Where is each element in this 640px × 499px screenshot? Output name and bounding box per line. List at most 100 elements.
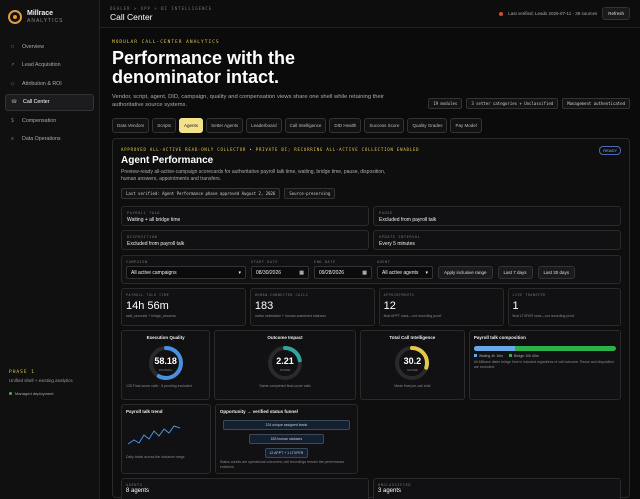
topbar-actions: Last verified: Leads 2026-07-11 · 39 sou… bbox=[499, 7, 630, 20]
info-payroll-talk: PAYROLL TALK Waiting + all bridge time bbox=[121, 206, 369, 226]
kpi-label: HUMAN-CONNECTED CALLS bbox=[254, 293, 309, 297]
phone-icon: ☎ bbox=[11, 99, 18, 105]
card-title: Opportunity → verified status funnel bbox=[219, 409, 298, 414]
card-note: Daily totals across the inclusive range bbox=[126, 455, 185, 459]
legend-label: Waiting 4h 16m bbox=[478, 354, 503, 358]
campaign-filter: CAMPAIGN All active campaigns ▾ bbox=[126, 260, 246, 279]
tab-scripts[interactable]: Scripts bbox=[152, 118, 177, 133]
start-date-label: START DATE bbox=[251, 260, 279, 264]
card-title: Payroll talk trend bbox=[126, 409, 163, 414]
card-note: Status counts are operational outcomes; … bbox=[219, 460, 345, 469]
agent-select[interactable]: All active agents ▾ bbox=[377, 266, 433, 279]
campaign-select[interactable]: All active campaigns ▾ bbox=[126, 266, 246, 279]
card-title: Payroll talk composition bbox=[473, 335, 526, 340]
square-icon bbox=[509, 354, 512, 357]
kpi-value: 1 bbox=[512, 300, 519, 312]
outcome-gauge: 2.21 SCORE bbox=[266, 344, 304, 382]
tab-setter-agents[interactable]: Setter Agents bbox=[206, 118, 244, 133]
apply-range-button[interactable]: Apply inclusive range bbox=[438, 266, 493, 279]
sidebar-item-label: Compensation bbox=[22, 117, 57, 124]
diamond-icon: ◇ bbox=[10, 80, 15, 87]
sidebar-item-lead-acquisition[interactable]: ↗ Lead Acquisition bbox=[5, 57, 94, 74]
card-title: Execution Quality bbox=[146, 335, 185, 340]
kpi-row: PAYROLL TALK TIME 14h 56m wait_seconds + b… bbox=[121, 288, 621, 326]
tab-pay-model[interactable]: Pay Model bbox=[450, 118, 482, 133]
funnel-step: 12 APPT + 1 LTXFER bbox=[265, 448, 308, 458]
tab-data-vendors[interactable]: Data Vendors bbox=[112, 118, 150, 133]
tab-agents[interactable]: Agents bbox=[179, 118, 204, 133]
millrace-logo-icon bbox=[8, 10, 22, 24]
content: MODULAR CALL-CENTER ANALYTICS Performanc… bbox=[100, 28, 640, 499]
last-7-days-button[interactable]: Last 7 days bbox=[497, 266, 533, 279]
payroll-composition-card: Payroll talk composition Waiting 4h 16m … bbox=[468, 330, 621, 400]
card-title: Total Call Intelligence bbox=[389, 335, 436, 340]
start-date-input[interactable]: 08/30/2026 ▦ bbox=[251, 266, 309, 279]
kpi-human-calls: HUMAN-CONNECTED CALLS 183 native selectabl… bbox=[249, 288, 375, 326]
trend-sparkline bbox=[127, 425, 181, 445]
phase-status-label: Managed deployment bbox=[15, 391, 54, 396]
gauge-unit: SCORE bbox=[407, 368, 418, 372]
gauge-unit: SCORE bbox=[279, 368, 291, 372]
sidebar-item-attribution[interactable]: ◇ Attribution & ROI bbox=[5, 75, 94, 92]
info-label: AGENTS bbox=[126, 483, 143, 487]
execution-gauge: 58.18 PAYROLL bbox=[147, 344, 185, 382]
tab-leaderboard[interactable]: Leaderboard bbox=[246, 118, 282, 133]
page-title: Call Center bbox=[110, 11, 153, 22]
sidebar-item-label: Overview bbox=[22, 43, 45, 50]
funnel-card: Opportunity → verified status funnel 224… bbox=[214, 404, 358, 474]
empty-slot bbox=[362, 404, 621, 474]
card-note: All Millrace dialer bridge time is inclu… bbox=[473, 360, 615, 369]
kpi-label: LIVE TRANSFER bbox=[512, 293, 546, 297]
sidebar-item-overview[interactable]: □ Overview bbox=[5, 38, 94, 55]
phase-title: PHASE 1 bbox=[9, 370, 35, 375]
execution-quality-card: Execution Quality 58.18 PAYROLL 128 Fina… bbox=[121, 330, 211, 400]
list-icon: ≡ bbox=[11, 136, 14, 142]
refresh-button[interactable]: Refresh bbox=[602, 7, 630, 20]
tab-call-intelligence[interactable]: Call Intelligence bbox=[284, 118, 327, 133]
info-label: DISPOSITION bbox=[127, 235, 158, 239]
chip-last-verified: Last verified: Agent Performance phase a… bbox=[121, 188, 281, 199]
tab-success-score[interactable]: Success Score bbox=[364, 118, 405, 133]
start-date-value: 08/30/2026 bbox=[256, 269, 282, 276]
hero-title: Performance with the denominator intact. bbox=[112, 48, 296, 87]
panel-chips: Last verified: Agent Performance phase a… bbox=[121, 188, 621, 199]
filter-bar: CAMPAIGN All active campaigns ▾ START DAT… bbox=[121, 255, 621, 284]
square-icon bbox=[473, 354, 477, 357]
funnel-step: 183 human statuses bbox=[249, 434, 324, 444]
info-label: UPDATE INTERVAL bbox=[379, 235, 421, 239]
kpi-value: 14h 56m bbox=[126, 300, 169, 312]
sidebar-item-label: Call Center bbox=[23, 99, 50, 105]
chip-source: Source-preserving bbox=[284, 188, 336, 199]
chip-auth: Management authenticated bbox=[562, 98, 630, 109]
sidebar-item-label: Lead Acquisition bbox=[22, 62, 61, 68]
campaign-label: CAMPAIGN bbox=[126, 260, 148, 264]
info-value: Excluded from payroll talk bbox=[127, 241, 185, 247]
info-update-interval: UPDATE INTERVAL Every 5 minutes bbox=[373, 230, 621, 250]
end-date-input[interactable]: 09/28/2026 ▦ bbox=[314, 266, 372, 279]
last-30-days-button[interactable]: Last 30 days bbox=[537, 266, 576, 279]
sidebar-item-data-operations[interactable]: ≡ Data Operations bbox=[5, 131, 94, 148]
kpi-live-transfer: LIVE TRANSFER 1 final LTXFER rows—not reco… bbox=[507, 288, 621, 326]
sidebar-item-label: Attribution & ROI bbox=[22, 80, 62, 87]
tab-quality-grades[interactable]: Quality Grades bbox=[407, 118, 448, 133]
sidebar-item-compensation[interactable]: $ Compensation bbox=[5, 112, 94, 129]
kpi-label: APPOINTMENTS bbox=[383, 293, 415, 297]
phase-status: Managed deployment bbox=[9, 391, 73, 396]
tab-did-health[interactable]: DID Health bbox=[329, 118, 362, 133]
sidebar: Millrace ANALYTICS □ Overview ↗ Lead Acqui… bbox=[0, 0, 100, 499]
hero-chips: 19 modules 3 setter categories + Unclass… bbox=[428, 98, 630, 109]
trend-line bbox=[127, 425, 181, 445]
score-cards: Execution Quality 58.18 PAYROLL 128 Fina… bbox=[121, 330, 621, 400]
card-note: Same completed final-score calls bbox=[259, 384, 311, 388]
hero-eyebrow: MODULAR CALL-CENTER ANALYTICS bbox=[112, 40, 220, 45]
kpi-note: final APPT rows—not recording proof bbox=[383, 314, 442, 318]
brand-name: Millrace bbox=[27, 10, 54, 17]
composition-legend: Waiting 4h 16m Bridge 10h 40m bbox=[473, 354, 616, 358]
sidebar-item-call-center[interactable]: ☎ Call Center bbox=[5, 93, 94, 111]
topbar: DEALER > OPP > BI INTELLIGENCE Call Cent… bbox=[100, 0, 640, 28]
gauge-value: 58.18 bbox=[154, 356, 177, 366]
phase-sub: Unified shell + existing analytics bbox=[9, 378, 73, 383]
gauge-value: 30.2 bbox=[403, 356, 422, 366]
dollar-icon: $ bbox=[11, 117, 14, 124]
brand-sub: ANALYTICS bbox=[27, 18, 64, 24]
